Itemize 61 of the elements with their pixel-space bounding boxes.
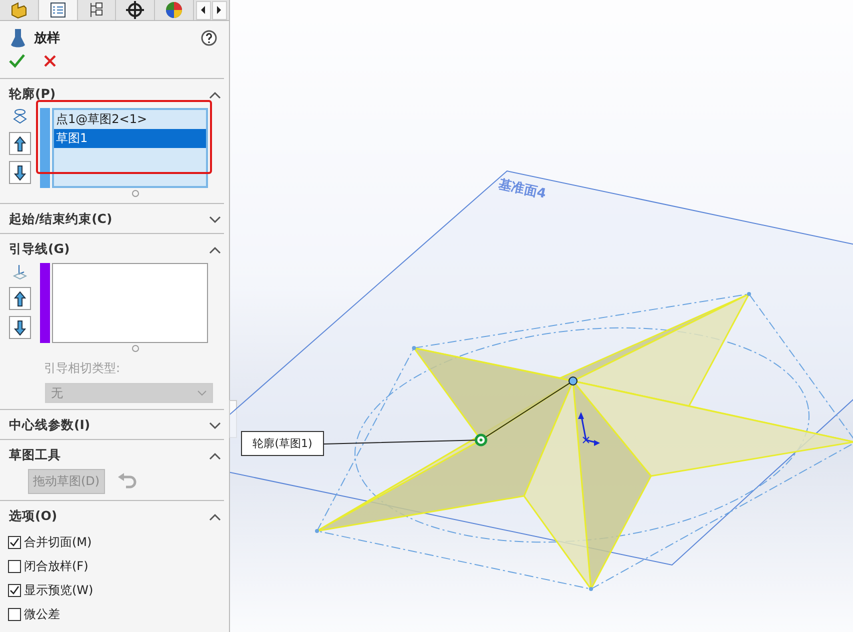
- section-header[interactable]: 中心线参数(I): [0, 410, 224, 439]
- arrow-down-icon: [14, 164, 26, 180]
- panel-collapse-handle[interactable]: [229, 400, 237, 438]
- confirm-icon[interactable]: [9, 54, 25, 68]
- section-header[interactable]: 轮廓(P): [0, 79, 224, 108]
- guide-curve-icon: [11, 263, 29, 281]
- resize-handle[interactable]: [132, 190, 139, 197]
- list-item[interactable]: 草图1: [54, 129, 206, 148]
- callout-label[interactable]: 轮廓(草图1): [241, 431, 324, 456]
- plane-label: 基准面4: [497, 177, 548, 202]
- checkbox[interactable]: [8, 560, 21, 572]
- panel-tab[interactable]: [38, 0, 78, 20]
- selection-list[interactable]: [52, 263, 208, 343]
- move-up-button[interactable]: [9, 287, 31, 310]
- connector-point-icon[interactable]: [474, 434, 488, 446]
- cancel-icon[interactable]: [43, 54, 57, 68]
- checkmark-icon: [9, 536, 20, 548]
- feature-title: 放样: [34, 30, 60, 47]
- section-header[interactable]: 选项(O): [0, 501, 224, 530]
- checkmark-icon: [9, 584, 20, 596]
- crosshair-icon: [125, 0, 146, 20]
- option-label: 闭合放样(F): [24, 558, 88, 574]
- scroll-left-button[interactable]: [196, 0, 211, 20]
- selection-list[interactable]: 点1@草图2<1> 草图1: [52, 108, 208, 188]
- resize-handle[interactable]: [132, 345, 139, 352]
- left-arrow-icon: [200, 6, 206, 14]
- help-icon[interactable]: [201, 30, 217, 46]
- move-up-button[interactable]: [9, 132, 31, 155]
- list-icon: [48, 0, 68, 20]
- arrow-down-icon: [14, 320, 26, 336]
- scroll-right-button[interactable]: [212, 0, 227, 20]
- expand-icon[interactable]: [209, 216, 221, 224]
- expand-icon[interactable]: [209, 422, 221, 430]
- collapse-icon[interactable]: [209, 246, 221, 254]
- origin-axes-icon: [578, 412, 600, 446]
- checkbox[interactable]: [8, 608, 21, 620]
- dropdown-caret-icon: [197, 390, 207, 396]
- checkbox[interactable]: [8, 536, 21, 548]
- move-down-button[interactable]: [9, 161, 31, 184]
- loft-icon: [10, 28, 26, 48]
- apex-point-icon[interactable]: [568, 376, 578, 386]
- option-label: 微公差: [24, 606, 60, 622]
- collapse-icon[interactable]: [209, 90, 221, 98]
- collapse-icon[interactable]: [209, 512, 221, 520]
- arrow-up-icon: [14, 290, 26, 306]
- tangency-label: 引导相切类型:: [43, 360, 122, 377]
- right-arrow-icon: [216, 6, 222, 14]
- option-label: 显示预览(W): [24, 582, 94, 598]
- color-wheel-icon: [164, 0, 184, 20]
- profile-icon: [11, 108, 29, 126]
- section-header[interactable]: 引导线(G): [0, 234, 224, 263]
- option-label: 合并切面(M): [24, 534, 92, 550]
- arrow-up-icon: [14, 136, 26, 152]
- checkbox[interactable]: [8, 584, 21, 596]
- section-header[interactable]: 起始/结束约束(C): [0, 204, 224, 233]
- list-item[interactable]: 点1@草图2<1>: [54, 110, 206, 129]
- part-icon: [8, 0, 29, 20]
- move-down-button[interactable]: [9, 316, 31, 339]
- section-header[interactable]: 草图工具: [0, 440, 224, 469]
- star-loft-drawing[interactable]: [316, 293, 853, 590]
- collapse-icon[interactable]: [209, 452, 221, 460]
